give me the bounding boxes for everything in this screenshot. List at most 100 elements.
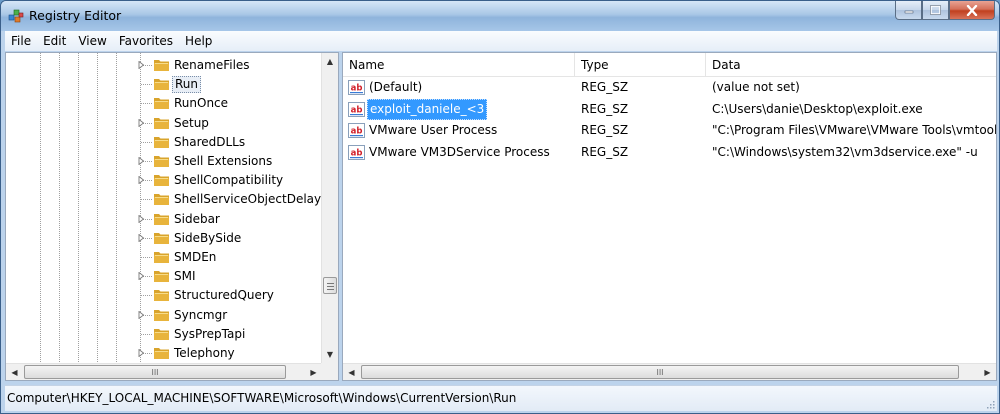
value-row[interactable]: ab VMware User Process REG_SZ "C:\Program F… (343, 120, 996, 141)
tree-item[interactable]: RenameFiles (6, 56, 322, 75)
value-type: REG_SZ (581, 144, 629, 159)
value-data: C:\Users\danie\Desktop\exploit.exe (712, 101, 923, 116)
tree-item-label: SMI (174, 269, 196, 284)
value-row[interactable]: ab (Default) REG_SZ (value not set) (343, 77, 996, 98)
tree-item[interactable]: Shell Extensions (6, 152, 322, 171)
list-horizontal-scroll-thumb[interactable]: III (361, 365, 959, 379)
scroll-down-arrow-icon[interactable]: ▼ (322, 346, 338, 363)
value-data: "C:\Program Files\VMware\VMware Tools\vm… (712, 123, 996, 137)
value-type: REG_SZ (581, 80, 629, 94)
tree-item-label: RenameFiles (174, 58, 250, 72)
folder-icon (154, 290, 169, 302)
status-bar: Computer\HKEY_LOCAL_MACHINE\SOFTWARE\Mic… (5, 385, 997, 411)
value-name: (Default) (369, 80, 423, 94)
menu-view[interactable]: View (72, 31, 112, 51)
expand-arrow-icon[interactable] (137, 233, 145, 242)
tree-item[interactable]: StructuredQuery (6, 286, 322, 305)
menu-favorites[interactable]: Favorites (113, 31, 179, 51)
tree-item[interactable]: SMDEn (6, 248, 322, 267)
value-row[interactable]: ab VMware VM3DService Process REG_SZ "C:\Wi… (343, 142, 996, 163)
expand-arrow-icon[interactable] (137, 176, 145, 185)
folder-icon (154, 213, 169, 225)
value-name: VMware User Process (369, 123, 498, 137)
column-header-type[interactable]: Type (575, 53, 706, 77)
expand-arrow-icon[interactable] (137, 61, 145, 69)
scroll-left-arrow-icon[interactable]: ◀ (343, 364, 360, 380)
scroll-left-arrow-icon[interactable]: ◀ (6, 364, 23, 380)
string-value-icon: ab (348, 101, 365, 117)
menu-edit[interactable]: Edit (37, 31, 72, 51)
value-row[interactable]: ab exploit_daniele_<3 REG_SZ C:\Users\danie… (343, 98, 996, 120)
key-tree-pane[interactable]: RenameFiles Run RunOnce Setup SharedDLLs Shel… (5, 52, 339, 381)
scroll-right-arrow-icon[interactable]: ▶ (979, 364, 996, 380)
string-value-icon: ab (348, 123, 365, 138)
grip-line (327, 289, 334, 290)
folder-icon (154, 348, 169, 359)
folder-icon (154, 271, 169, 283)
folder-icon (154, 79, 169, 91)
folder-icon (154, 328, 169, 340)
scroll-right-arrow-icon[interactable]: ▶ (305, 364, 322, 380)
column-header-row: Name Type Data (343, 53, 996, 77)
folder-icon (154, 136, 169, 148)
expand-arrow-icon[interactable] (137, 157, 145, 165)
tree-item[interactable]: SideBySide (6, 229, 322, 248)
column-header-name[interactable]: Name (343, 53, 575, 77)
tree-item-label: Run (172, 76, 202, 94)
tree-item[interactable]: ShellCompatibility (6, 171, 322, 190)
caption-buttons (895, 1, 995, 21)
tree-item-label: ShellCompatibility (174, 173, 284, 188)
tree-item-label: StructuredQuery (174, 288, 274, 303)
tree-item-label: Syncmgr (174, 307, 228, 322)
minimize-button[interactable] (895, 1, 922, 20)
folder-icon (154, 117, 169, 129)
grip-line (327, 283, 334, 284)
folder-icon (154, 156, 169, 167)
expand-arrow-icon[interactable] (137, 272, 145, 281)
close-button[interactable] (949, 1, 995, 20)
tree-item[interactable]: Run (6, 75, 322, 94)
tree-item-label: Setup (174, 115, 209, 130)
menu-help[interactable]: Help (179, 31, 218, 51)
tree-item[interactable]: Telephony (6, 344, 322, 363)
minimize-icon (904, 10, 913, 14)
tree-vertical-scrollbar[interactable]: ▲ ▼ (321, 53, 338, 363)
tree-item-label: SMDEn (174, 250, 217, 264)
value-type: REG_SZ (581, 101, 629, 116)
value-name: VMware VM3DService Process (369, 144, 550, 159)
tree-item[interactable]: SysPrepTapi (6, 325, 322, 344)
folder-icon (154, 194, 169, 206)
tree-item[interactable]: RunOnce (6, 94, 322, 113)
values-list-pane[interactable]: Name Type Data ab (Default) REG_SZ (value n… (342, 52, 997, 381)
tree-item[interactable]: SharedDLLs (6, 133, 322, 152)
window-title: Registry Editor (29, 8, 122, 23)
title-bar[interactable]: Registry Editor (1, 1, 999, 31)
folder-icon (154, 252, 169, 263)
tree-horizontal-scrollbar[interactable]: ◀ III ▶ (6, 363, 322, 380)
tree-item[interactable]: Setup (6, 114, 322, 133)
folder-icon (154, 98, 169, 110)
tree-item-label: SideBySide (174, 230, 242, 245)
maximize-icon (930, 5, 941, 15)
tree-item[interactable]: SMI (6, 267, 322, 286)
tree-vertical-scroll-thumb[interactable] (323, 277, 337, 294)
expand-arrow-icon[interactable] (137, 310, 145, 319)
list-horizontal-scrollbar[interactable]: ◀ III ▶ (343, 363, 996, 380)
expand-arrow-icon[interactable] (137, 214, 145, 223)
tree-item-label: Telephony (174, 346, 235, 360)
expand-arrow-icon[interactable] (137, 349, 145, 357)
tree-item[interactable]: Syncmgr (6, 306, 322, 325)
scroll-up-arrow-icon[interactable]: ▲ (322, 53, 338, 70)
tree-horizontal-scroll-thumb[interactable]: III (24, 365, 286, 379)
maximize-button[interactable] (922, 1, 949, 20)
tree-item[interactable]: Sidebar (6, 210, 322, 229)
menu-bar: File Edit View Favorites Help (5, 31, 997, 51)
tree-item[interactable]: ShellServiceObjectDelayL (6, 190, 328, 209)
tree-item-label: SharedDLLs (174, 134, 246, 149)
current-key-path: Computer\HKEY_LOCAL_MACHINE\SOFTWARE\Mic… (7, 391, 517, 405)
expand-arrow-icon[interactable] (137, 118, 145, 127)
value-name: exploit_daniele_<3 (367, 98, 488, 120)
column-header-data[interactable]: Data (706, 53, 996, 77)
menu-file[interactable]: File (5, 31, 37, 51)
resize-grip-icon[interactable] (985, 399, 995, 409)
